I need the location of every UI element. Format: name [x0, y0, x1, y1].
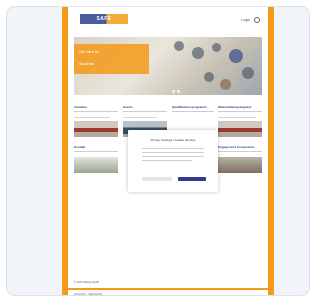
- hero-line-2: students: [79, 61, 95, 66]
- hero-person: [204, 72, 214, 82]
- column-title-kontakt[interactable]: Kontakt: [74, 145, 85, 149]
- teaser-image[interactable]: [218, 157, 262, 173]
- cookie-modal-text-line: [142, 152, 204, 153]
- teaser-image[interactable]: [218, 121, 262, 137]
- slider-dot[interactable]: [172, 90, 175, 93]
- teaser-text: [123, 117, 157, 118]
- column-title-aktuelles[interactable]: Aktuelles: [74, 105, 87, 109]
- slider-dots[interactable]: [172, 90, 180, 93]
- footer-copyright: © 2024 Holding GmbH: [74, 281, 100, 284]
- top-nav: Login: [241, 17, 260, 23]
- login-link[interactable]: Login: [241, 18, 250, 22]
- teaser-text: [218, 117, 256, 118]
- column-divider: [218, 111, 262, 112]
- hero-person: [220, 79, 231, 90]
- teaser-image[interactable]: [74, 121, 118, 137]
- web-page: SAFE Login We care for students Aktuelle…: [62, 7, 274, 295]
- slider-dot[interactable]: [177, 90, 180, 93]
- hero-person: [192, 47, 204, 59]
- site-logo[interactable]: SAFE: [80, 14, 128, 24]
- column-divider: [218, 151, 262, 152]
- column-title-qualifikation[interactable]: Qualifikationsprogramm: [172, 105, 207, 109]
- search-icon[interactable]: [254, 17, 260, 23]
- column-title-weiterbildung[interactable]: Weiterbildungsangebot: [218, 105, 251, 109]
- preview-card: SAFE Login We care for students Aktuelle…: [6, 6, 310, 296]
- hero-person: [242, 67, 254, 79]
- hero-line-1: We care for: [79, 49, 100, 54]
- cookie-modal-text-line: [142, 156, 204, 157]
- footer-accent-bar: [68, 288, 268, 290]
- hero-text-box: We care for students: [74, 44, 149, 74]
- teaser-text: [74, 117, 110, 118]
- column-divider: [172, 111, 214, 112]
- logo-text: SAFE: [96, 16, 112, 22]
- column-divider: [74, 151, 118, 152]
- hero-person: [212, 43, 221, 52]
- hero-person: [229, 49, 243, 63]
- column-divider: [123, 111, 167, 112]
- footer-links[interactable]: Impressum · Datenschutz: [74, 293, 102, 295]
- cookie-modal-text-line: [142, 148, 204, 149]
- cookie-modal: Privacy Settings / Cookie Hinweis: [128, 130, 218, 192]
- column-divider: [74, 111, 118, 112]
- hero-person: [174, 41, 184, 51]
- cookie-modal-title: Privacy Settings / Cookie Hinweis: [150, 138, 196, 142]
- teaser-image[interactable]: [74, 157, 118, 173]
- column-title-engagement[interactable]: Engagement Kooperation: [218, 145, 255, 149]
- cookie-settings-button[interactable]: [142, 177, 172, 181]
- cookie-modal-text-line: [142, 160, 192, 161]
- column-title-events[interactable]: Events: [123, 105, 133, 109]
- cookie-accept-button[interactable]: [178, 177, 206, 181]
